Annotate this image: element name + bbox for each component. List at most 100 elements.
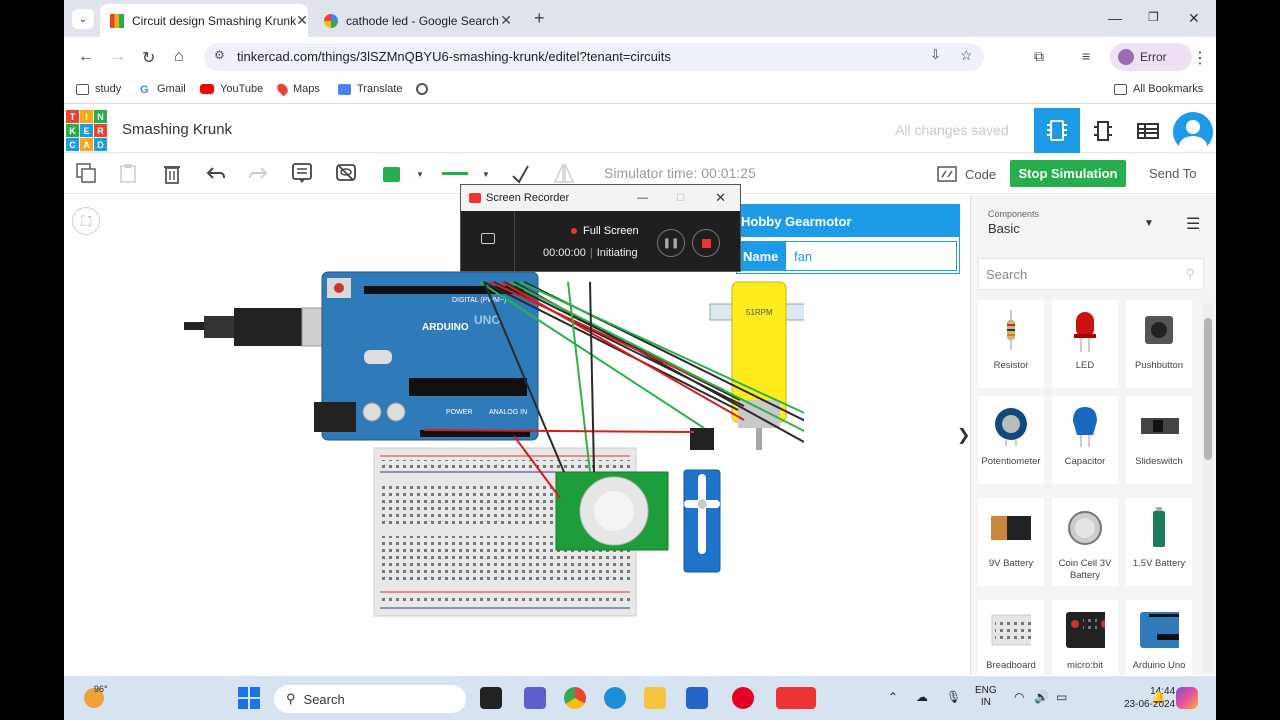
restore-icon[interactable]: ❐ bbox=[1148, 10, 1159, 24]
chevron-up-icon[interactable]: ⌃ bbox=[888, 690, 898, 704]
wire-type-selector[interactable] bbox=[442, 172, 468, 175]
all-bookmarks[interactable]: All Bookmarks bbox=[1114, 83, 1203, 95]
bookmark-gmail[interactable]: G Gmail bbox=[140, 83, 186, 96]
install-app-icon[interactable]: ⇩ bbox=[930, 47, 941, 63]
home-icon[interactable]: ⌂ bbox=[174, 48, 184, 66]
component-9v-battery[interactable]: 9V Battery bbox=[978, 498, 1044, 586]
chevron-down-icon[interactable]: ▼ bbox=[1144, 218, 1154, 229]
store-icon[interactable] bbox=[686, 687, 708, 709]
project-title[interactable]: Smashing Krunk bbox=[122, 121, 232, 138]
teams-icon[interactable] bbox=[524, 687, 546, 709]
component-1-5v-battery[interactable]: 1.5V Battery bbox=[1126, 498, 1192, 586]
pinterest-icon[interactable] bbox=[732, 687, 754, 709]
tab-circuit-design[interactable]: Circuit design Smashing Krunk ✕ bbox=[100, 4, 308, 37]
code-button[interactable]: Code bbox=[937, 162, 996, 186]
rotate-icon[interactable] bbox=[508, 161, 532, 185]
component-pushbutton[interactable]: Pushbutton bbox=[1126, 300, 1192, 388]
minimize-icon[interactable]: — bbox=[1108, 10, 1122, 26]
system-clock[interactable]: 14:44 23-06-2024 bbox=[1124, 685, 1175, 711]
component-resistor[interactable]: Resistor bbox=[978, 300, 1044, 388]
forward-arrow-icon[interactable]: → bbox=[110, 48, 126, 66]
close-icon[interactable]: ✕ bbox=[715, 190, 726, 206]
extensions-icon[interactable]: ⧉ bbox=[1034, 48, 1044, 65]
schematic-view-button[interactable] bbox=[1092, 120, 1114, 142]
component-list-button[interactable] bbox=[1137, 121, 1159, 141]
components-category-select[interactable]: Basic bbox=[988, 221, 1020, 236]
copy-icon[interactable] bbox=[74, 161, 98, 185]
site-info-icon[interactable]: ⚙ bbox=[214, 48, 225, 62]
reload-icon[interactable]: ↻ bbox=[142, 48, 155, 68]
tinkercad-logo[interactable]: T I N K E R C A D bbox=[66, 110, 107, 151]
recorder-folder-button[interactable] bbox=[461, 211, 515, 271]
redo-icon[interactable] bbox=[246, 161, 270, 185]
component-coin-cell[interactable]: Coin Cell 3V Battery bbox=[1052, 498, 1118, 586]
usb-cable[interactable] bbox=[184, 307, 343, 347]
profile-button[interactable]: Error bbox=[1110, 43, 1192, 71]
stop-record-button[interactable] bbox=[692, 229, 720, 257]
paste-icon[interactable] bbox=[116, 161, 140, 185]
windows-start-icon[interactable] bbox=[238, 687, 260, 709]
reading-list-icon[interactable]: ≡ bbox=[1082, 48, 1090, 64]
fit-view-icon[interactable]: ⛶ bbox=[72, 207, 100, 235]
language-indicator[interactable]: ENG IN bbox=[975, 685, 997, 709]
minimize-icon[interactable]: — bbox=[637, 192, 648, 204]
component-capacitor[interactable]: Capacitor bbox=[1052, 396, 1118, 484]
microphone-icon[interactable]: 🎙 bbox=[946, 690, 961, 704]
chrome-icon[interactable] bbox=[564, 687, 586, 709]
bookmark-study[interactable]: study bbox=[76, 83, 121, 95]
send-to-button[interactable]: Send To bbox=[1149, 166, 1196, 181]
circuit-diagram[interactable]: ARDUINO UNO DIGITAL (PWM~) POWER ANALOG … bbox=[184, 260, 804, 630]
edge-icon[interactable] bbox=[604, 687, 626, 709]
flip-icon[interactable] bbox=[552, 161, 576, 185]
back-arrow-icon[interactable]: ← bbox=[78, 48, 94, 66]
circuit-view-button[interactable] bbox=[1034, 108, 1080, 153]
copilot-icon[interactable] bbox=[1176, 687, 1198, 709]
servo-motor[interactable] bbox=[683, 428, 721, 573]
bookmark-translate[interactable]: Translate bbox=[338, 83, 402, 95]
component-breadboard[interactable]: Breadboard bbox=[978, 600, 1044, 674]
components-search-input[interactable]: Search ⚲ bbox=[978, 258, 1204, 290]
stop-simulation-button[interactable]: Stop Simulation bbox=[1010, 160, 1126, 187]
bookmark-youtube[interactable]: YouTube bbox=[200, 83, 263, 95]
delete-trash-icon[interactable] bbox=[160, 161, 184, 185]
chevron-down-icon[interactable]: ▼ bbox=[482, 170, 490, 179]
task-view-icon[interactable] bbox=[480, 687, 502, 709]
hide-notes-icon[interactable] bbox=[334, 161, 358, 185]
collapse-panel-icon[interactable]: ❯ bbox=[957, 425, 970, 445]
taskbar-search[interactable]: ⚲ Search bbox=[274, 685, 466, 713]
bookmark-maps[interactable]: Maps bbox=[275, 81, 320, 97]
bookmark-star-icon[interactable]: ☆ bbox=[960, 47, 973, 64]
battery-icon[interactable]: ▭ bbox=[1056, 690, 1067, 704]
tab-search-icon[interactable]: ⌄ bbox=[72, 9, 94, 29]
recorder-mode[interactable]: Full Screen bbox=[571, 225, 639, 237]
component-arduino-uno[interactable]: Arduino Uno bbox=[1126, 600, 1192, 674]
component-potentiometer[interactable]: Potentiometer bbox=[978, 396, 1044, 484]
tab-google-search[interactable]: cathode led - Google Search ✕ bbox=[314, 4, 522, 37]
new-tab-plus-icon[interactable]: + bbox=[534, 8, 545, 29]
name-field[interactable]: fan bbox=[785, 241, 957, 271]
bookmark-globe[interactable] bbox=[416, 83, 434, 95]
component-slideswitch[interactable]: Slideswitch bbox=[1126, 396, 1192, 484]
file-explorer-icon[interactable] bbox=[644, 687, 666, 709]
chevron-down-icon[interactable]: ▼ bbox=[416, 170, 424, 179]
color-picker-swatch[interactable] bbox=[383, 167, 400, 182]
kebab-menu-icon[interactable]: ⋮ bbox=[1192, 48, 1208, 68]
notes-icon[interactable] bbox=[290, 161, 314, 185]
recorder-taskbar-icon[interactable] bbox=[776, 687, 816, 709]
cloud-icon[interactable]: ☁ bbox=[916, 690, 928, 704]
user-avatar[interactable] bbox=[1173, 112, 1213, 152]
undo-icon[interactable] bbox=[204, 161, 228, 185]
window-close-icon[interactable]: ✕ bbox=[1188, 10, 1200, 27]
pir-sensor[interactable] bbox=[555, 471, 669, 551]
list-view-icon[interactable]: ☰ bbox=[1186, 214, 1200, 234]
panel-scrollbar-thumb[interactable] bbox=[1204, 318, 1212, 460]
address-bar[interactable]: ⚙ tinkercad.com/things/3lSZMnQBYU6-smash… bbox=[204, 43, 984, 71]
wifi-icon[interactable]: ◠ bbox=[1014, 690, 1024, 704]
notification-bell-icon[interactable]: 🔔 bbox=[1151, 690, 1166, 704]
component-led[interactable]: LED bbox=[1052, 300, 1118, 388]
volume-icon[interactable]: 🔊 bbox=[1034, 690, 1049, 704]
close-icon[interactable]: ✕ bbox=[500, 12, 512, 29]
maximize-icon[interactable]: ☐ bbox=[676, 193, 685, 204]
component-microbit[interactable]: micro:bit bbox=[1052, 600, 1118, 674]
pause-icon[interactable]: ❚❚ bbox=[657, 229, 685, 257]
